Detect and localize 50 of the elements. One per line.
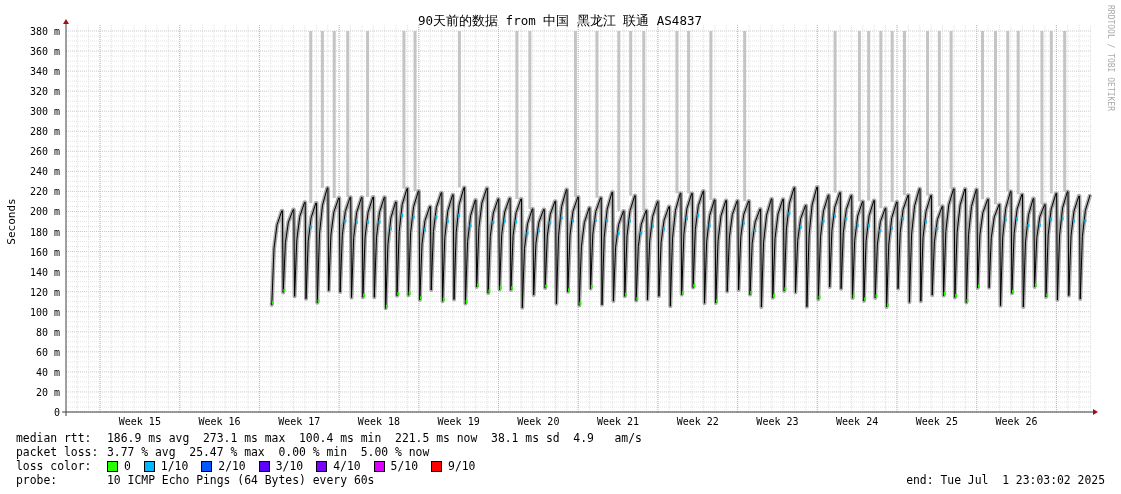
tick-label: 20 m bbox=[35, 386, 60, 398]
tick-label: 180 m bbox=[29, 226, 60, 238]
credit-text: RRDTOOL / TOBI OETIKER bbox=[1106, 5, 1115, 111]
tick-label: 260 m bbox=[29, 146, 60, 158]
tick-label: 220 m bbox=[29, 186, 60, 198]
tick-label: Week 26 bbox=[995, 416, 1038, 426]
swatch-label: 5/10 bbox=[390, 459, 419, 473]
legend-label: packet loss: bbox=[16, 445, 100, 459]
tick-label: 200 m bbox=[29, 206, 60, 218]
tick-label: Week 20 bbox=[517, 416, 560, 426]
tick-label: 40 m bbox=[35, 366, 60, 378]
tick-label: Week 17 bbox=[278, 416, 321, 426]
tick-label: 360 m bbox=[29, 46, 60, 58]
tick-label: 80 m bbox=[35, 326, 60, 338]
swatch-label: 1/10 bbox=[160, 459, 189, 473]
swatch-label: 0 bbox=[124, 459, 131, 473]
tick-label: 240 m bbox=[29, 166, 60, 178]
swatch-label: 4/10 bbox=[333, 459, 361, 473]
probe-description: 10 ICMP Echo Pings (64 Bytes) every 60s bbox=[107, 473, 375, 487]
end-timestamp: end: Tue Jul 1 23:03:02 2025 bbox=[906, 473, 1105, 487]
tick-label: 0 bbox=[53, 407, 60, 418]
tick-label: Week 18 bbox=[357, 416, 401, 426]
legend-label: median rtt: bbox=[16, 431, 93, 445]
tick-label: 160 m bbox=[29, 246, 60, 258]
swatch-label: 2/10 bbox=[218, 459, 246, 473]
tick-label: Week 15 bbox=[118, 416, 161, 426]
legend-label: probe: bbox=[16, 473, 59, 487]
tick-label: 280 m bbox=[29, 126, 60, 138]
tick-label: Week 24 bbox=[836, 416, 879, 426]
tick-label: Week 21 bbox=[596, 416, 640, 426]
tick-label: Week 19 bbox=[437, 416, 480, 426]
rtt-stats: 186.9 ms avg 273.1 ms max 100.4 ms min 221.5 ms now 38.1 ms sd 4.9 am/s bbox=[107, 431, 642, 445]
tick-label: 120 m bbox=[29, 286, 60, 298]
loss-stats: 3.77 % avg 25.47 % max 0.00 % min 5.00 % now bbox=[107, 445, 430, 459]
chart-title: 90天前的数据 from 中国 黑龙江 联通 AS4837 bbox=[418, 13, 702, 28]
tick-label: 320 m bbox=[29, 86, 60, 98]
tick-label: Week 16 bbox=[198, 416, 241, 426]
swatch-label: 9/10 bbox=[448, 459, 476, 473]
tick-label: 380 m bbox=[29, 26, 60, 37]
tick-label: Week 22 bbox=[676, 416, 719, 426]
tick-label: 140 m bbox=[29, 266, 60, 278]
tick-label: 100 m bbox=[29, 306, 60, 318]
tick-label: Week 25 bbox=[915, 416, 958, 426]
swatch-label: 3/10 bbox=[275, 459, 304, 473]
tick-label: Week 23 bbox=[756, 416, 799, 426]
tick-label: 340 m bbox=[29, 66, 60, 78]
tick-label: 60 m bbox=[35, 346, 60, 358]
tick-label: 300 m bbox=[29, 106, 60, 118]
axis-title: Seconds bbox=[5, 198, 18, 245]
legend-label: loss color: bbox=[16, 459, 93, 473]
